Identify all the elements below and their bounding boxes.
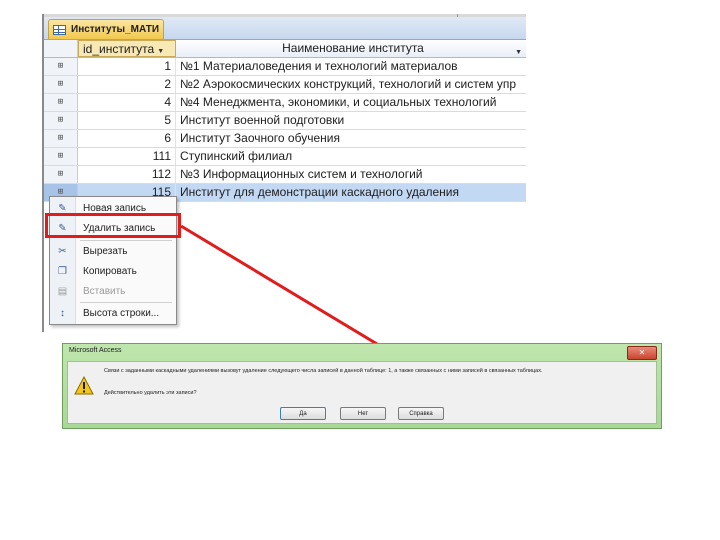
document-tab[interactable]: Институты_МАТИ [48, 19, 164, 39]
record-selector[interactable]: ⊞ [44, 76, 78, 93]
menu-item-copy[interactable]: ❐ Копировать [50, 261, 176, 281]
confirm-dialog: Microsoft Access ✕ Связи с заданными кас… [62, 343, 662, 429]
datasheet-grid: id_института ▼ Наименование института ▼ ⊞ … [44, 40, 526, 202]
cell-name[interactable]: №3 Информационных систем и технологий [176, 166, 526, 183]
column-header-id[interactable]: id_института ▼ [78, 40, 176, 57]
table-row[interactable]: ⊞ 111 Ступинский филиал [44, 148, 526, 166]
dialog-title: Microsoft Access [69, 347, 122, 354]
new-record-icon: ✎ [58, 202, 67, 214]
cell-name[interactable]: №4 Менеджмента, экономики, и социальных … [176, 94, 526, 111]
sort-arrow-icon[interactable]: ▼ [515, 44, 522, 61]
record-selector[interactable]: ⊞ [44, 112, 78, 129]
menu-item-row-height[interactable]: ↕ Высота строки... [50, 303, 176, 323]
menu-item-cut[interactable]: ✂ Вырезать [50, 241, 176, 261]
record-selector[interactable]: ⊞ [44, 148, 78, 165]
table-icon [53, 24, 66, 35]
dialog-message: Связи с заданными каскадными удалениями … [104, 368, 543, 374]
table-row[interactable]: ⊞ 2 №2 Аэрокосмических конструкций, техн… [44, 76, 526, 94]
document-tab-strip: Институты_МАТИ [44, 17, 526, 40]
paste-icon: ▤ [57, 285, 68, 297]
cell-id[interactable]: 6 [78, 130, 176, 147]
dialog-body: Связи с заданными каскадными удалениями … [67, 361, 657, 424]
expand-icon[interactable]: ⊞ [58, 170, 63, 179]
expand-icon[interactable]: ⊞ [58, 62, 63, 71]
record-selector[interactable]: ⊞ [44, 94, 78, 111]
menu-item-paste: ▤ Вставить [50, 281, 176, 301]
table-row[interactable]: ⊞ 1 №1 Материаловедения и технологий мат… [44, 58, 526, 76]
close-button[interactable]: ✕ [627, 346, 657, 360]
cell-name[interactable]: №2 Аэрокосмических конструкций, технолог… [176, 76, 526, 93]
table-row[interactable]: ⊞ 112 №3 Информационных систем и техноло… [44, 166, 526, 184]
cell-id[interactable]: 111 [78, 148, 176, 165]
record-selector[interactable]: ⊞ [44, 166, 78, 183]
row-height-icon: ↕ [60, 307, 65, 319]
highlight-box [45, 213, 181, 238]
document-tab-label: Институты_МАТИ [71, 24, 160, 35]
help-button[interactable]: Справка [398, 407, 444, 420]
cell-name[interactable]: Институт военной подготовки [176, 112, 526, 129]
expand-icon[interactable]: ⊞ [58, 80, 63, 89]
warning-icon [74, 376, 94, 395]
sort-arrow-icon[interactable]: ▼ [157, 48, 164, 55]
expand-icon[interactable]: ⊞ [58, 98, 63, 107]
table-row[interactable]: ⊞ 6 Институт Заочного обучения [44, 130, 526, 148]
column-header-name[interactable]: Наименование института ▼ [176, 40, 526, 57]
cell-name[interactable]: Институт для демонстрации каскадного уда… [176, 184, 526, 201]
cell-id[interactable]: 112 [78, 166, 176, 183]
expand-icon[interactable]: ⊞ [58, 152, 63, 161]
cell-id[interactable]: 2 [78, 76, 176, 93]
no-button[interactable]: Нет [340, 407, 386, 420]
cell-name[interactable]: Институт Заочного обучения [176, 130, 526, 147]
table-row[interactable]: ⊞ 4 №4 Менеджмента, экономики, и социаль… [44, 94, 526, 112]
select-all-corner[interactable] [44, 40, 78, 57]
record-selector[interactable]: ⊞ [44, 130, 78, 147]
scissors-icon: ✂ [58, 245, 67, 257]
dialog-question: Действительно удалить эти записи? [104, 390, 197, 396]
cell-name[interactable]: №1 Материаловедения и технологий материа… [176, 58, 526, 75]
record-selector[interactable]: ⊞ [44, 58, 78, 75]
copy-icon: ❐ [58, 265, 67, 277]
expand-icon[interactable]: ⊞ [58, 134, 63, 143]
cell-id[interactable]: 4 [78, 94, 176, 111]
table-row[interactable]: ⊞ 5 Институт военной подготовки [44, 112, 526, 130]
expand-icon[interactable]: ⊞ [58, 116, 63, 125]
yes-button[interactable]: Да [280, 407, 326, 420]
column-header-row: id_института ▼ Наименование института ▼ [44, 40, 526, 58]
cell-id[interactable]: 5 [78, 112, 176, 129]
cell-name[interactable]: Ступинский филиал [176, 148, 526, 165]
cell-id[interactable]: 1 [78, 58, 176, 75]
